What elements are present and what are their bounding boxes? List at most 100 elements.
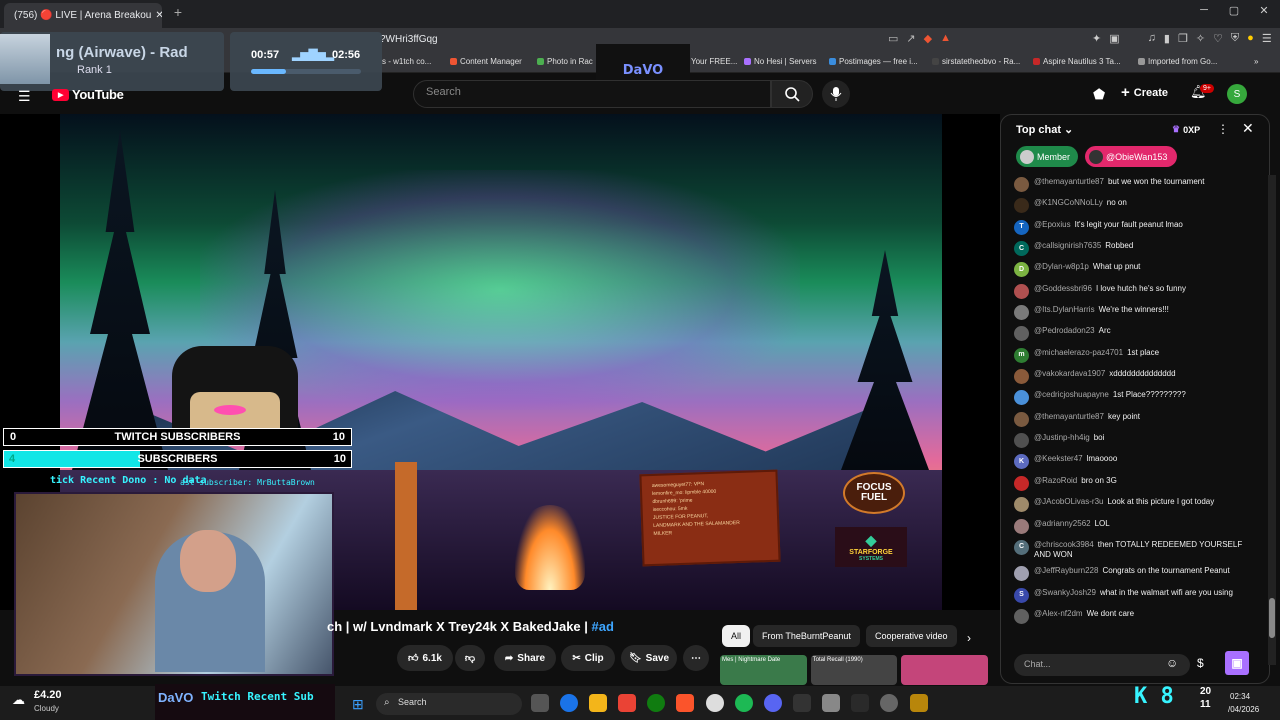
chat-author[interactable]: @RazoRoid	[1034, 476, 1077, 485]
chat-author[interactable]: @Its.DylanHarris	[1034, 305, 1095, 314]
chat-author[interactable]: @K1NGCoNNoLLy	[1034, 198, 1103, 207]
dislike-button[interactable]: 👎︎	[455, 645, 485, 671]
task-view-icon[interactable]	[531, 694, 549, 712]
chat-author[interactable]: @themayanturtle87	[1034, 177, 1104, 186]
heart-icon[interactable]: ♡	[1213, 32, 1223, 45]
puzzle-icon[interactable]: ✦	[1092, 32, 1101, 45]
chat-author[interactable]: @adrianny2562	[1034, 519, 1091, 528]
thumbnail[interactable]: Total Recall (1990)	[810, 655, 898, 685]
weather-temp[interactable]: £4.20	[34, 689, 62, 701]
chat-avatar[interactable]: D	[1014, 262, 1029, 278]
tabs-icon[interactable]: ❐	[1178, 32, 1188, 45]
chat-author[interactable]: @vakokardava1907	[1034, 369, 1105, 378]
url-text[interactable]: ?WHri3ffGqg	[380, 34, 438, 45]
chat-avatar[interactable]	[1014, 369, 1029, 385]
user-filter-button[interactable]: @ObieWan153	[1085, 146, 1177, 167]
system-clock[interactable]: 02:34	[1230, 692, 1250, 701]
hamburger-menu-icon[interactable]: ☰	[18, 88, 31, 105]
chat-avatar[interactable]	[1014, 411, 1029, 427]
chat-avatar[interactable]: m	[1014, 347, 1029, 363]
chip-all[interactable]: All	[722, 625, 751, 647]
chat-input[interactable]: Chat...	[1014, 654, 1190, 676]
bookmark-item[interactable]: Imported from Go...	[1138, 57, 1217, 66]
windows-start-icon[interactable]: ⊞	[352, 696, 364, 713]
chevron-right-icon[interactable]: ›	[967, 631, 971, 645]
browser-tab[interactable]: (756) 🔴 LIVE | Arena Breakou ✕	[4, 3, 162, 28]
chat-avatar[interactable]: T	[1014, 219, 1029, 235]
bookmark-item[interactable]: Photo in Rac	[537, 57, 593, 66]
chat-author[interactable]: @cedricjoshuapayne	[1034, 390, 1109, 399]
warning-icon[interactable]: ▲	[940, 32, 951, 45]
hashtag-link[interactable]: #ad	[592, 619, 614, 634]
clip-button[interactable]: ✂ Clip	[561, 645, 615, 671]
chat-scrollbar[interactable]	[1268, 175, 1276, 665]
bookmark-item[interactable]: s - w1tch co...	[382, 57, 431, 66]
chat-author[interactable]: @themayanturtle87	[1034, 412, 1104, 421]
chat-author[interactable]: @JeffRayburn228	[1034, 566, 1098, 575]
chat-author[interactable]: @callsignirish7635	[1034, 241, 1101, 250]
app-icon[interactable]	[880, 694, 898, 712]
chat-avatar[interactable]: C	[1014, 241, 1029, 257]
bookmark-item[interactable]: Content Manager	[450, 57, 522, 66]
search-input[interactable]: Search	[413, 80, 771, 108]
extension-icon[interactable]: ◆	[924, 32, 932, 45]
chat-author[interactable]: @Justinp-hh4ig	[1034, 433, 1090, 442]
account-avatar[interactable]: S	[1227, 84, 1247, 104]
chat-avatar[interactable]	[1014, 177, 1029, 192]
chat-avatar[interactable]	[1014, 608, 1029, 624]
bookmark-item[interactable]: Your FREE...	[691, 57, 737, 66]
chat-avatar[interactable]	[1014, 305, 1029, 321]
share-button[interactable]: ➦ Share	[494, 645, 556, 671]
emoji-icon[interactable]: ☺	[1166, 656, 1178, 670]
more-actions-button[interactable]: ⋯	[683, 645, 709, 671]
chat-avatar[interactable]: C	[1014, 539, 1029, 555]
chat-menu-icon[interactable]: ⋮	[1217, 122, 1229, 136]
chat-author[interactable]: @Alex-nf2dm	[1034, 609, 1083, 618]
bookmark-item[interactable]: sirstatetheobvo - Ra...	[932, 57, 1020, 66]
chat-avatar[interactable]	[1014, 433, 1029, 449]
taskbar-search[interactable]: Search	[376, 693, 522, 715]
chat-author[interactable]: @JAcobOLivas-r3u	[1034, 497, 1103, 506]
youtube-logo[interactable]: ▶ YouTube	[52, 87, 124, 102]
screenshot-icon[interactable]: ▣	[1109, 32, 1119, 45]
tab-close-icon[interactable]: ✕	[155, 10, 162, 21]
sidebar-icon[interactable]: ▮	[1164, 32, 1170, 45]
chat-author[interactable]: @Goddessbri96	[1034, 284, 1092, 293]
system-date[interactable]: /04/2026	[1228, 705, 1259, 714]
file-explorer-icon[interactable]	[589, 694, 607, 712]
app-icon[interactable]	[910, 694, 928, 712]
more-bookmarks-icon[interactable]: »	[1254, 57, 1258, 66]
cast-icon[interactable]: ⬟	[1093, 86, 1105, 103]
profile-icon[interactable]: ●	[1247, 32, 1254, 45]
chat-mode-dropdown[interactable]: Top chat ⌄	[1016, 123, 1073, 137]
chip-from-channel[interactable]: From TheBurntPeanut	[753, 625, 860, 647]
chat-close-icon[interactable]: ✕	[1242, 120, 1254, 137]
chrome-icon[interactable]	[706, 694, 724, 712]
like-button[interactable]: 👍︎ 6.1k	[397, 645, 453, 671]
chat-scrollbar-thumb[interactable]	[1269, 598, 1275, 638]
xp-badge[interactable]: ♛ 0XP	[1172, 124, 1200, 135]
obs-icon[interactable]	[793, 694, 811, 712]
chip-cooperative[interactable]: Cooperative video	[866, 625, 957, 647]
chat-author[interactable]: @michaelerazo-paz4701	[1034, 348, 1123, 357]
create-button[interactable]: + Create	[1121, 84, 1168, 101]
chat-avatar[interactable]	[1014, 198, 1029, 214]
chat-avatar[interactable]	[1014, 518, 1029, 534]
bookmark-item[interactable]: Postimages — free i...	[829, 57, 918, 66]
discord-icon[interactable]	[764, 694, 782, 712]
search-button[interactable]	[771, 80, 813, 108]
install-icon[interactable]: ▭	[888, 32, 898, 45]
member-filter-button[interactable]: Member	[1016, 146, 1078, 167]
save-button[interactable]: 🔖︎ Save	[621, 645, 677, 671]
menu-icon[interactable]: ☰	[1262, 32, 1272, 45]
brave-icon[interactable]	[676, 694, 694, 712]
chat-author[interactable]: @Pedrodadon23	[1034, 326, 1095, 335]
minimize-button[interactable]: ─	[1192, 4, 1216, 22]
store-icon[interactable]	[618, 694, 636, 712]
copilot-icon[interactable]: ✧	[1196, 32, 1205, 45]
chat-author[interactable]: @Keekster47	[1034, 454, 1083, 463]
chat-author[interactable]: @Dylan-w8p1p	[1034, 262, 1089, 271]
bookmark-item[interactable]: No Hesi | Servers	[744, 57, 817, 66]
chat-author[interactable]: @SwankyJosh29	[1034, 588, 1096, 597]
super-chat-icon[interactable]: $	[1197, 656, 1204, 670]
